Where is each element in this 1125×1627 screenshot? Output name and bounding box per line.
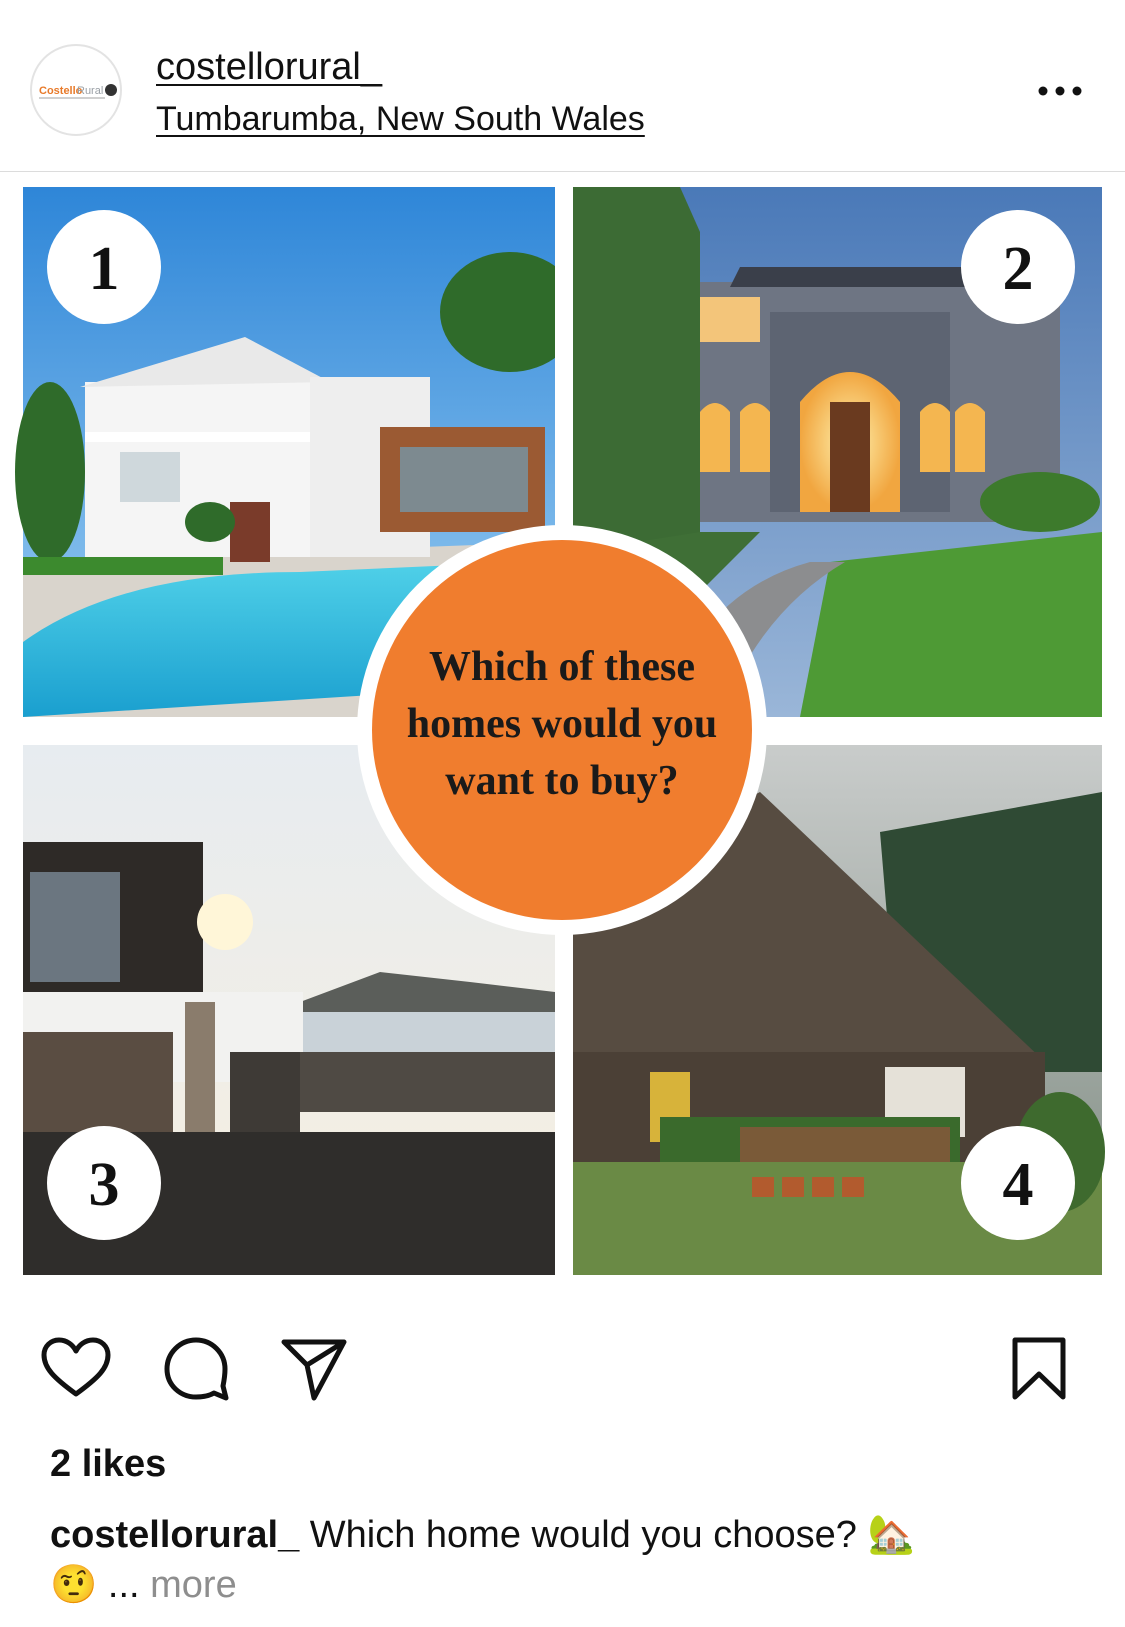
likes-count[interactable]: 2 likes <box>50 1443 166 1486</box>
caption-more-link[interactable]: more <box>150 1564 237 1606</box>
bookmark-icon <box>1012 1337 1066 1400</box>
post-caption: costellorural_ Which home would you choo… <box>50 1510 1090 1610</box>
badge-2: 2 <box>961 210 1075 324</box>
badge-3: 3 <box>47 1126 161 1240</box>
heart-icon <box>41 1337 111 1397</box>
profile-avatar[interactable]: Costello Rural <box>30 44 122 136</box>
homes-collage: 1 2 3 4 Which of these homes would you w… <box>0 172 1125 1292</box>
share-button[interactable] <box>280 1338 348 1407</box>
costello-logo: Costello Rural <box>39 84 117 99</box>
post-image[interactable]: 1 2 3 4 Which of these homes would you w… <box>0 172 1125 1292</box>
svg-text:2: 2 <box>1003 235 1034 303</box>
comment-icon <box>164 1337 229 1401</box>
overlay-line-1: Which of these <box>429 644 695 690</box>
overlay-line-3: want to buy? <box>445 758 678 804</box>
header-location[interactable]: Tumbarumba, New South Wales <box>156 100 645 139</box>
like-button[interactable] <box>40 1336 112 1405</box>
svg-text:3: 3 <box>89 1151 120 1219</box>
caption-text: Which home would you choose? <box>309 1514 857 1556</box>
badge-4: 4 <box>961 1126 1075 1240</box>
house-emoji: 🏡 <box>867 1514 915 1556</box>
svg-text:1: 1 <box>89 235 120 303</box>
svg-text:4: 4 <box>1003 1151 1034 1219</box>
comment-button[interactable] <box>163 1336 229 1407</box>
badge-1: 1 <box>47 210 161 324</box>
more-options-button[interactable] <box>1030 76 1090 106</box>
post-actions <box>0 1296 1125 1416</box>
save-button[interactable] <box>1010 1336 1068 1407</box>
question-overlay: Which of these homes would you want to b… <box>357 525 767 935</box>
more-horizontal-icon <box>1038 86 1082 96</box>
caption-ellipsis: ... <box>107 1564 140 1606</box>
paper-plane-icon <box>281 1339 347 1401</box>
svg-text:Rural: Rural <box>77 85 103 97</box>
post-header: Costello Rural costellorural_ Tumbarumba… <box>0 0 1125 172</box>
caption-username[interactable]: costellorural_ <box>50 1514 299 1556</box>
overlay-line-2: homes would you <box>407 701 717 747</box>
raised-eyebrow-emoji: 🤨 <box>50 1564 98 1606</box>
header-username[interactable]: costellorural_ <box>156 46 382 89</box>
